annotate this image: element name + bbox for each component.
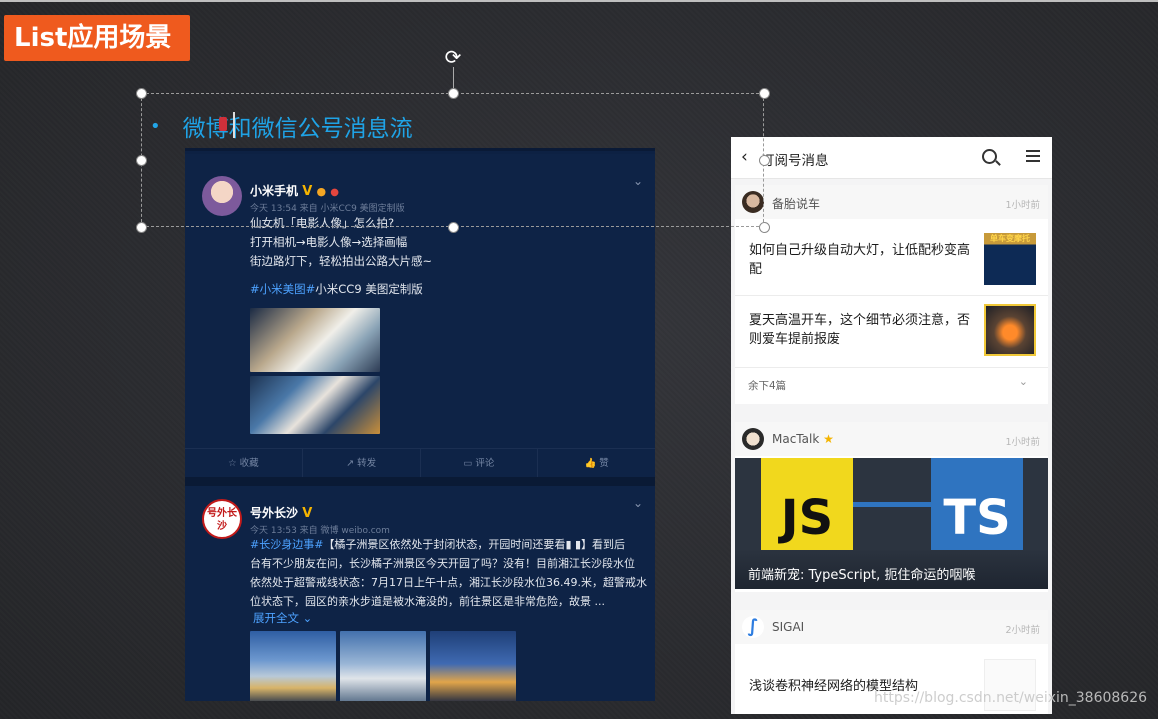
account-name: SIGAI (772, 620, 805, 634)
subscription-card: 备胎说车 1小时前 如何自己升级自动大灯，让低配秒变高配 单车变摩托 夏天高温开… (735, 185, 1048, 404)
post-author: 号外长沙 V (250, 506, 313, 521)
article-item[interactable]: 夏天高温开车，这个细节必须注意，否则爱车提前报废 (735, 296, 1048, 368)
watermark-text: https://blog.csdn.net/weixin_38608626 (874, 690, 1148, 706)
star-icon: ★ (823, 432, 834, 446)
article-title: 前端新宠: TypeScript, 扼住命运的咽喉 (748, 568, 976, 583)
avatar: 号外长沙 (202, 499, 242, 539)
expand-link[interactable]: 展开全文 ⌄ (253, 610, 312, 626)
post-photo[interactable] (250, 308, 380, 372)
post-photo[interactable] (340, 631, 426, 701)
weibo-feed-image: 小米手机 V ● ● 今天 13:54 来自 小米CC9 美图定制版 ⌄ 仙女机… (185, 148, 655, 701)
post-time: 1小时前 (1005, 437, 1040, 448)
account-name: MacTalk ★ (772, 432, 834, 446)
divider (185, 477, 655, 486)
post-photo[interactable] (430, 631, 516, 701)
account-name: 备胎说车 (772, 197, 821, 211)
wechat-subscription-image: ‹ 订阅号消息 备胎说车 1小时前 如何自己升级自动大灯，让低配秒变高配 单车变… (731, 137, 1052, 714)
favorite-button[interactable]: ☆ 收藏 (185, 449, 303, 477)
rotate-handle-icon[interactable]: ⟳ (443, 47, 463, 67)
wechat-header: ‹ 订阅号消息 (731, 137, 1052, 179)
resize-handle[interactable] (759, 222, 770, 233)
slide-canvas: List应用场景 • 微博和微信公号消息流 小米手机 V ● ● 今天 13:5… (0, 0, 1158, 719)
chevron-down-icon[interactable]: ⌄ (633, 496, 643, 510)
js-logo: JS (761, 458, 853, 550)
post-photo[interactable] (250, 376, 380, 434)
account-row[interactable]: ∫ SIGAI 2小时前 (735, 610, 1048, 644)
menu-icon[interactable] (1026, 150, 1040, 162)
like-button[interactable]: 👍 赞 (538, 449, 655, 477)
article-title: 如何自己升级自动大灯，让低配秒变高配 (749, 243, 971, 277)
article-thumbnail (984, 304, 1036, 356)
account-row[interactable]: 备胎说车 1小时前 (735, 185, 1048, 219)
emoji-icon: ▮ ▮ (565, 538, 582, 551)
account-row[interactable]: MacTalk ★ 1小时前 (735, 422, 1048, 456)
resize-handle[interactable] (136, 155, 147, 166)
divider (853, 502, 931, 507)
remaining-articles-link[interactable]: 余下4篇 (748, 378, 786, 393)
slide-title-badge: List应用场景 (4, 15, 190, 61)
post-body: #长沙身边事#【橘子洲景区依然处于封闭状态，开园时间还要看▮ ▮】看到后 台有不… (250, 538, 647, 608)
weibo-post: 号外长沙 号外长沙 V 今天 13:53 来自 微博 weibo.com ⌄ #… (185, 486, 655, 701)
article-thumbnail: 单车变摩托 (984, 233, 1036, 285)
resize-handle[interactable] (136, 222, 147, 233)
search-icon[interactable] (982, 149, 997, 164)
resize-handle[interactable] (448, 222, 459, 233)
ts-logo: TS (931, 458, 1023, 550)
wechat-header-title: 订阅号消息 (761, 153, 829, 169)
comment-button[interactable]: ▭ 评论 (421, 449, 539, 477)
article-banner[interactable]: JS TS 前端新宠: TypeScript, 扼住命运的咽喉 (735, 458, 1048, 589)
resize-handle[interactable] (759, 155, 770, 166)
avatar (742, 428, 764, 450)
article-item[interactable]: 如何自己升级自动大灯，让低配秒变高配 单车变摩托 (735, 221, 1048, 296)
article-title: 夏天高温开车，这个细节必须注意，否则爱车提前报废 (749, 313, 971, 347)
chevron-down-icon[interactable]: ⌄ (1019, 375, 1028, 388)
post-time: 2小时前 (1005, 625, 1040, 636)
post-action-bar: ☆ 收藏 ↗ 转发 ▭ 评论 👍 赞 (185, 448, 655, 477)
resize-handle[interactable] (136, 88, 147, 99)
verified-icon: V (302, 506, 313, 521)
post-time: 1小时前 (1005, 200, 1040, 211)
sigai-logo-icon: ∫ (742, 616, 764, 638)
repost-button[interactable]: ↗ 转发 (303, 449, 421, 477)
post-photo[interactable] (250, 631, 336, 701)
resize-handle[interactable] (448, 88, 459, 99)
selection-box (141, 93, 764, 227)
resize-handle[interactable] (759, 88, 770, 99)
subscription-card: MacTalk ★ 1小时前 JS TS 前端新宠: TypeScript, 扼… (735, 422, 1048, 592)
